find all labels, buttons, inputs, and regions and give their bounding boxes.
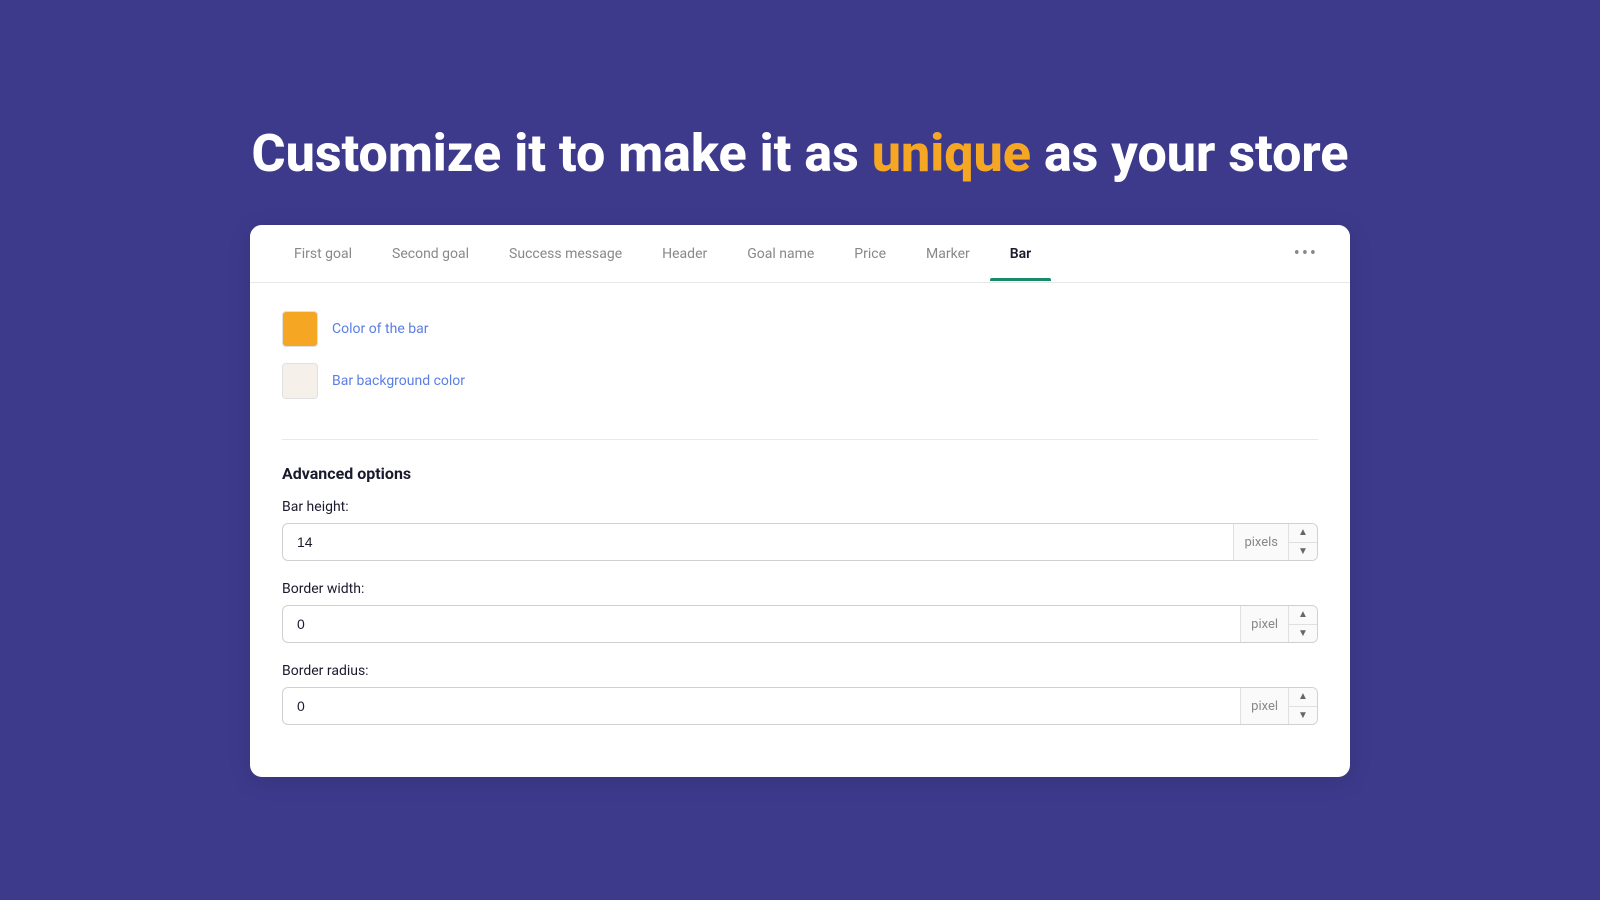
tab-marker[interactable]: Marker <box>906 228 990 280</box>
border-width-unit: pixel <box>1240 606 1288 642</box>
border-radius-label: Border radius: <box>282 663 1318 679</box>
tab-more[interactable]: ••• <box>1286 225 1326 282</box>
bar-height-group: Bar height: pixels ▲ ▼ <box>282 499 1318 561</box>
headline-suffix: as your store <box>1031 123 1348 184</box>
page-wrapper: Customize it to make it as unique as you… <box>0 123 1600 777</box>
border-radius-up[interactable]: ▲ <box>1289 688 1317 707</box>
tab-bar[interactable]: Bar <box>990 228 1051 280</box>
border-radius-unit: pixel <box>1240 688 1288 724</box>
tab-header[interactable]: Header <box>642 228 727 280</box>
advanced-section: Advanced options Bar height: pixels ▲ ▼ … <box>282 464 1318 725</box>
bg-color-row: Bar background color <box>282 363 1318 399</box>
tab-success-message[interactable]: Success message <box>489 228 642 280</box>
border-width-spinners: ▲ ▼ <box>1288 606 1317 642</box>
border-radius-down[interactable]: ▼ <box>1289 707 1317 725</box>
bar-height-input-row: pixels ▲ ▼ <box>282 523 1318 561</box>
settings-panel: First goal Second goal Success message H… <box>250 225 1350 777</box>
tabs-bar: First goal Second goal Success message H… <box>250 225 1350 283</box>
tab-second-goal[interactable]: Second goal <box>372 228 489 280</box>
bar-color-swatch[interactable] <box>282 311 318 347</box>
bar-height-input[interactable] <box>283 524 1233 560</box>
border-width-up[interactable]: ▲ <box>1289 606 1317 625</box>
panel-content: Color of the bar Bar background color Ad… <box>250 283 1350 777</box>
border-width-group: Border width: pixel ▲ ▼ <box>282 581 1318 643</box>
tab-goal-name[interactable]: Goal name <box>727 228 834 280</box>
headline: Customize it to make it as unique as you… <box>252 123 1349 185</box>
bar-height-up[interactable]: ▲ <box>1289 524 1317 543</box>
bar-height-unit: pixels <box>1233 524 1288 560</box>
advanced-title: Advanced options <box>282 464 1318 483</box>
bar-height-down[interactable]: ▼ <box>1289 543 1317 561</box>
bar-color-label[interactable]: Color of the bar <box>332 321 428 337</box>
border-width-input-row: pixel ▲ ▼ <box>282 605 1318 643</box>
headline-prefix: Customize it to make it as <box>252 123 872 184</box>
color-section: Color of the bar Bar background color <box>282 311 1318 440</box>
bar-height-spinners: ▲ ▼ <box>1288 524 1317 560</box>
bar-height-label: Bar height: <box>282 499 1318 515</box>
border-radius-input-row: pixel ▲ ▼ <box>282 687 1318 725</box>
bg-color-label[interactable]: Bar background color <box>332 373 465 389</box>
border-radius-group: Border radius: pixel ▲ ▼ <box>282 663 1318 725</box>
border-radius-input[interactable] <box>283 688 1240 724</box>
border-radius-spinners: ▲ ▼ <box>1288 688 1317 724</box>
bg-color-swatch[interactable] <box>282 363 318 399</box>
border-width-input[interactable] <box>283 606 1240 642</box>
tab-first-goal[interactable]: First goal <box>274 228 372 280</box>
tab-price[interactable]: Price <box>834 228 906 280</box>
border-width-down[interactable]: ▼ <box>1289 625 1317 643</box>
border-width-label: Border width: <box>282 581 1318 597</box>
headline-accent: unique <box>872 123 1031 184</box>
bar-color-row: Color of the bar <box>282 311 1318 347</box>
